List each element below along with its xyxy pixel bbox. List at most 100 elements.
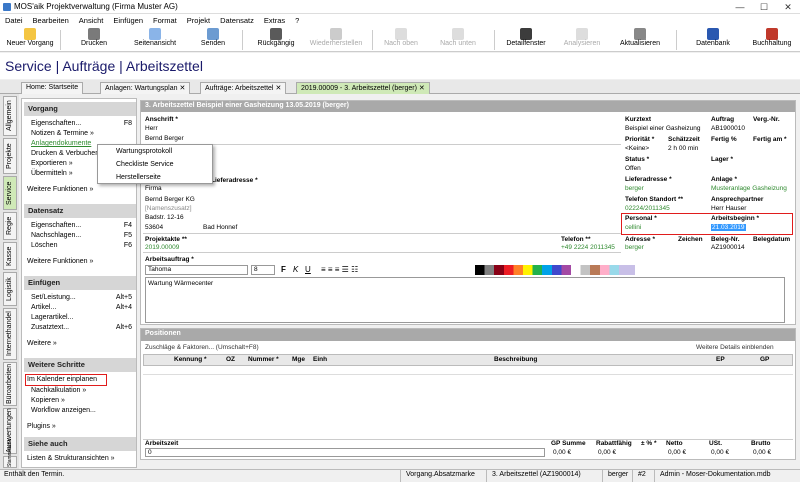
menu-item-herstellerseite[interactable]: Herstellerseite [116,174,161,181]
zuschlaege-link[interactable]: Zuschläge & Faktoren... (Umschalt+F8) [145,344,259,351]
bold-button[interactable]: F [281,265,286,274]
move-down-button[interactable]: Nach unten [432,27,484,52]
italic-button[interactable]: K [293,265,298,274]
anrede-value[interactable]: Herr [145,125,158,132]
ort-value[interactable]: Bad Honnef [203,224,237,231]
arbeitsbeginn-value[interactable]: 21.03.2019 [711,224,746,231]
tab-home[interactable]: Home: Startseite [21,82,84,94]
menu-datensatz[interactable]: Datensatz [215,14,259,25]
menu-bearbeiten[interactable]: Bearbeiten [28,14,74,25]
name-value[interactable]: Bernd Berger [145,135,184,142]
move-up-button[interactable]: Nach oben [378,27,424,52]
status-value[interactable]: Offen [625,165,641,172]
status-database: Admin - Moser-Dokumentation.mdb [660,471,771,478]
detail-window-button[interactable]: Detailfenster [500,27,552,52]
underline-button[interactable]: U [305,265,311,274]
tab-active-document[interactable]: 2019.00009 - 3. Arbeitszettel (berger) ✕ [296,82,430,94]
close-icon[interactable]: ✕ [419,85,425,92]
menu-einfuegen[interactable]: Einfügen [108,14,148,25]
menu-item-checkliste[interactable]: Checkliste Service [116,161,174,168]
sidebar-item-ds-eigenschaften[interactable]: Eigenschaften... F4 [31,222,136,232]
sidebar-item-nachschlagen[interactable]: Nachschlagen... F5 [31,232,136,242]
undo-button[interactable]: Rückgängig [250,27,302,52]
close-icon[interactable]: ✕ [179,85,185,92]
sidebar-item-notizen[interactable]: Notizen & Termine » [31,130,136,140]
vtab-internethandel[interactable]: Internethandel [3,308,17,360]
menu-extras[interactable]: Extras [259,14,290,25]
color-palette[interactable] [475,265,635,275]
prioritaet-value[interactable]: <Keine> [625,145,649,152]
sidebar-item-ein-weitere[interactable]: Weitere » [27,340,132,350]
sidebar-item-set-leistung[interactable]: Set/Leistung... Alt+5 [31,294,136,304]
print-button[interactable]: Drucken [66,27,122,52]
send-button[interactable]: Senden [188,27,238,52]
vtab-bueroarbeiten[interactable]: Büroarbeiten [3,362,17,406]
sidebar-item-workflow[interactable]: Workflow anzeigen... [31,407,136,417]
section-siehe-auch: Siehe auch [24,437,136,451]
sidebar-item-nachkalkulation[interactable]: Nachkalkulation » [31,387,136,397]
table-row[interactable] [143,366,793,375]
anlage-value[interactable]: Musteranlage Gasheizung [711,185,787,192]
belegnr-value[interactable]: AZ1900014 [711,244,745,251]
plz-value[interactable]: 53604 [145,224,163,231]
menu-help[interactable]: ? [290,14,304,25]
tab-arbeitszettel[interactable]: Aufträge: Arbeitszettel ✕ [200,82,287,94]
vtab-service[interactable]: Service [3,176,17,210]
sidebar-item-artikel[interactable]: Artikel... Alt+4 [31,304,136,314]
sidebar-item-eigenschaften[interactable]: Eigenschaften... F8 [31,120,136,130]
vtab-allgemein[interactable]: Allgemein [3,96,17,136]
arbeitsauftrag-editor[interactable]: Wartung Wärmecenter [145,277,785,323]
ansprechpartner-value[interactable]: Herr Hauser [711,205,746,212]
vtab-regie[interactable]: Regie [3,212,17,240]
refresh-button[interactable]: Aktualisieren [612,27,668,52]
personal-value[interactable]: cellini [625,224,641,231]
sidebar-item-weitere-funktionen[interactable]: Weitere Funktionen » [27,186,132,196]
detail-window-icon [520,28,532,40]
namenszusatz-value[interactable]: [Namenszusatz] [145,205,192,212]
schaetzzeit-value[interactable]: 2 h 00 min [668,145,698,152]
new-vorgang-button[interactable]: Neuer Vorgang [2,27,58,52]
menu-format[interactable]: Format [148,14,182,25]
company-value[interactable]: Bernd Berger KG [145,196,195,203]
font-size-select[interactable]: 8 [251,265,275,275]
projektakte-label: Projektakte ** [145,236,187,243]
adresse-value[interactable]: berger [625,244,644,251]
arbeitszeit-field[interactable]: 0 [145,448,545,457]
menu-projekt[interactable]: Projekt [182,14,215,25]
redo-button[interactable]: Wiederherstellen [304,27,368,52]
sidebar-item-plugins[interactable]: Plugins » [27,423,132,433]
font-select[interactable]: Tahoma [145,265,248,275]
lieferadresse-value[interactable]: berger [625,185,644,192]
rabatt-pct-label: ± % * [641,440,657,447]
menu-item-wartungsprotokoll[interactable]: Wartungsprotokoll [116,148,172,155]
sidebar-item-listen[interactable]: Listen & Strukturansichten » [27,455,132,465]
close-icon[interactable]: ✕ [776,1,800,13]
menu-ansicht[interactable]: Ansicht [74,14,109,25]
auftrag-value[interactable]: AB1900010 [711,125,745,132]
vtab-logistik[interactable]: Logistik [3,272,17,306]
tab-wartungsplan[interactable]: Anlagen: Wartungsplan ✕ [100,82,191,94]
maximize-icon[interactable]: ☐ [752,1,776,13]
vtab-kasse[interactable]: Kasse [3,242,17,270]
projektakte-value[interactable]: 2019.00009 [145,244,179,251]
kurztext-value[interactable]: Beispiel einer Gasheizung [625,125,701,132]
vtab-stammdaten[interactable]: Stammdaten [3,439,17,468]
analyze-button[interactable]: Analysieren [556,27,608,52]
details-link[interactable]: Weitere Details einblenden [696,344,774,351]
close-icon[interactable]: ✕ [275,85,281,92]
sidebar-item-zusatztext[interactable]: Zusatztext... Alt+6 [31,324,136,334]
menu-datei[interactable]: Datei [0,14,28,25]
preview-button[interactable]: Seitenansicht [124,27,186,52]
telstandort-value[interactable]: 02224/2011345 [625,205,670,212]
sidebar-item-ds-weitere[interactable]: Weitere Funktionen » [27,258,132,268]
vtab-projekte[interactable]: Projekte [3,138,17,174]
database-button[interactable]: Datenbank [688,27,738,52]
minimize-icon[interactable]: — [728,1,752,13]
telefon-value[interactable]: +49 2224 2011345 [561,244,615,251]
align-icons[interactable]: ≡ ≡ ≡ ☰ ☷ [321,265,358,274]
sidebar-item-lagerartikel[interactable]: Lagerartikel... [31,314,136,324]
accounting-button[interactable]: Buchhaltung [746,27,798,52]
street-value[interactable]: Badstr. 12-16 [145,214,184,221]
sidebar-item-kopieren[interactable]: Kopieren » [31,397,136,407]
sidebar-item-loeschen[interactable]: Löschen F6 [31,242,136,252]
